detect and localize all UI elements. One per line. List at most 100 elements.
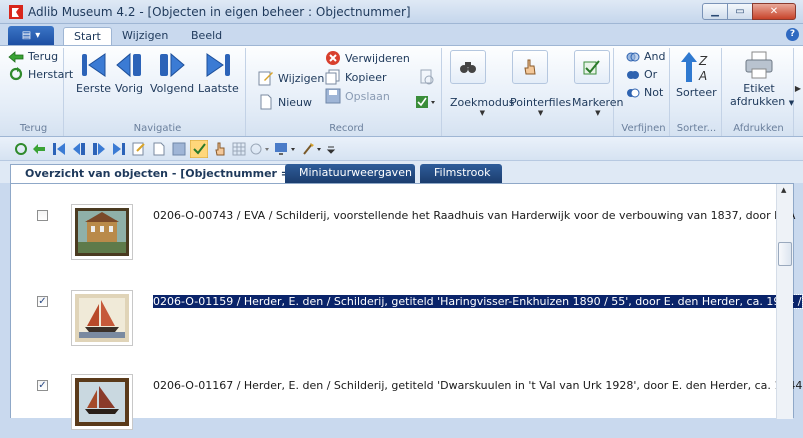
restart-icon bbox=[9, 67, 23, 81]
binoculars-box[interactable] bbox=[450, 50, 486, 84]
list-item[interactable]: ✓ 0206-O-01159 / Herder, E. den / Schild… bbox=[11, 290, 803, 354]
and-button[interactable]: And bbox=[626, 50, 665, 63]
or-button[interactable]: Or bbox=[626, 68, 657, 81]
record-list: 0206-O-00743 / EVA / Schilderij, voorste… bbox=[10, 183, 803, 430]
first-record-icon[interactable] bbox=[52, 142, 66, 156]
new-document-icon[interactable] bbox=[152, 142, 166, 156]
previous-record-icon bbox=[116, 52, 141, 78]
eerste-button[interactable]: Eerste bbox=[76, 50, 111, 95]
scrollbar-thumb[interactable] bbox=[778, 242, 792, 266]
record-checkbox[interactable] bbox=[37, 210, 48, 221]
edit-icon[interactable] bbox=[132, 142, 146, 156]
pointerfiles-button[interactable]: Pointerfiles ▼ bbox=[510, 96, 571, 117]
volgend-button[interactable]: Volgend bbox=[150, 50, 194, 95]
close-button[interactable]: ✕ bbox=[752, 3, 796, 20]
vorig-button[interactable]: Vorig bbox=[114, 50, 144, 95]
pointer-box[interactable] bbox=[512, 50, 548, 84]
last-record-icon[interactable] bbox=[112, 142, 126, 156]
herstart-button[interactable]: Herstart bbox=[8, 67, 73, 81]
scroll-up-icon[interactable]: ▲ bbox=[781, 186, 786, 194]
help-icon[interactable]: ? bbox=[786, 28, 799, 41]
tab-filmstrook[interactable]: Filmstrook bbox=[420, 164, 502, 183]
app-menu-button[interactable]: ▤ ▾ bbox=[8, 26, 54, 45]
tab-overzicht[interactable]: Overzicht van objecten - [Objectnummer =… bbox=[10, 164, 327, 183]
tab-start[interactable]: Start bbox=[63, 27, 112, 46]
grid-icon[interactable] bbox=[232, 142, 246, 156]
verwijderen-button[interactable]: Verwijderen bbox=[325, 50, 410, 66]
wijzigen-label: Wijzigen bbox=[278, 71, 325, 85]
restart-icon[interactable] bbox=[14, 142, 28, 156]
group-label-verfijnen: Verfijnen bbox=[621, 123, 666, 134]
zoekmodus-button[interactable]: Zoekmodus ▼ bbox=[450, 96, 515, 117]
previous-record-icon[interactable] bbox=[72, 142, 86, 156]
back-arrow-icon[interactable] bbox=[32, 142, 46, 156]
record-thumbnail bbox=[71, 290, 133, 346]
nieuw-label: Nieuw bbox=[278, 95, 313, 109]
etiket-label: Etiket bbox=[743, 82, 775, 95]
or-label: Or bbox=[644, 68, 658, 81]
not-button[interactable]: Not bbox=[626, 86, 663, 99]
kopieer-button[interactable]: Kopieer bbox=[325, 69, 387, 85]
group-label-record: Record bbox=[329, 123, 364, 134]
pointerfiles-label: Pointerfiles bbox=[510, 96, 572, 109]
opslaan-label: Opslaan bbox=[345, 89, 390, 103]
delete-icon bbox=[326, 51, 340, 65]
kopieer-label: Kopieer bbox=[345, 70, 387, 84]
tab-wijzigen[interactable]: Wijzigen bbox=[112, 27, 178, 46]
sorteer-button[interactable]: ZA Sorteer bbox=[676, 50, 717, 99]
sort-az-icon: ZA bbox=[681, 52, 708, 83]
ribbon-scroll-arrow-icon[interactable]: ▶ bbox=[795, 84, 801, 93]
record-checkbox[interactable]: ✓ bbox=[37, 380, 48, 391]
group-record: Wijzigen Nieuw Verwijderen Kopieer Opsla… bbox=[252, 48, 442, 136]
list-item[interactable]: 0206-O-00743 / EVA / Schilderij, voorste… bbox=[11, 204, 795, 268]
maximize-button[interactable]: ▭ bbox=[727, 3, 753, 20]
next-record-icon bbox=[160, 52, 185, 78]
markeren-button[interactable]: Markeren ▼ bbox=[572, 96, 624, 117]
mark-box[interactable] bbox=[574, 50, 610, 84]
tab-miniatuurweergaven[interactable]: Miniatuurweergaven bbox=[285, 164, 415, 183]
status-dropdown-icon[interactable] bbox=[414, 94, 438, 110]
tools-dropdown-icon[interactable] bbox=[302, 142, 324, 156]
chevron-down-icon: ▼ bbox=[537, 109, 544, 117]
back-arrow-icon bbox=[8, 50, 24, 63]
laatste-button[interactable]: Laatste bbox=[198, 50, 239, 95]
minimize-button[interactable]: ▁ bbox=[702, 3, 728, 20]
nieuw-button[interactable]: Nieuw bbox=[258, 94, 312, 110]
record-thumbnail bbox=[71, 204, 133, 260]
wijzigen-button[interactable]: Wijzigen bbox=[258, 70, 324, 86]
customize-qat-icon[interactable] bbox=[326, 142, 336, 156]
tab-beeld[interactable]: Beeld bbox=[181, 27, 232, 46]
chevron-down-icon: ▼ bbox=[595, 109, 601, 117]
first-record-icon bbox=[81, 53, 106, 77]
app-menu-icon: ▤ bbox=[21, 30, 32, 41]
volgend-label: Volgend bbox=[150, 82, 195, 95]
document-tabs: Overzicht van objecten - [Objectnummer =… bbox=[0, 161, 803, 183]
opslaan-button[interactable]: Opslaan bbox=[325, 88, 390, 104]
mark-check-icon[interactable] bbox=[190, 140, 208, 158]
link-dropdown-icon[interactable] bbox=[250, 142, 272, 156]
next-record-icon[interactable] bbox=[92, 142, 106, 156]
etiket-afdrukken-button[interactable]: Etiket afdrukken ▼ bbox=[730, 50, 794, 108]
svg-text:A: A bbox=[698, 69, 707, 83]
terug-button[interactable]: Terug bbox=[8, 50, 58, 63]
sorteer-label: Sorteer bbox=[676, 86, 717, 99]
mark-check-icon bbox=[583, 60, 600, 75]
group-navigatie: Eerste Vorig Volgend Laatste Navigatie bbox=[70, 48, 246, 136]
printer-icon bbox=[745, 51, 773, 79]
vertical-scrollbar[interactable]: ▲ bbox=[776, 184, 793, 419]
record-checkbox[interactable]: ✓ bbox=[37, 296, 48, 307]
painting-thumbnail-icon bbox=[75, 208, 129, 256]
ribbon: Terug Herstart Terug Eerste Vorig Volgen… bbox=[0, 45, 803, 137]
adlib-logo-icon bbox=[9, 5, 23, 19]
record-text: 0206-O-01159 / Herder, E. den / Schilder… bbox=[152, 294, 803, 309]
link-icon[interactable] bbox=[418, 68, 436, 86]
list-item[interactable]: ✓ 0206-O-01167 / Herder, E. den / Schild… bbox=[11, 374, 803, 438]
window-title: Adlib Museum 4.2 - [Objecten in eigen be… bbox=[28, 5, 411, 19]
save-icon[interactable] bbox=[172, 142, 186, 156]
monitor-dropdown-icon[interactable] bbox=[274, 142, 298, 156]
hand-pointer-icon[interactable] bbox=[214, 142, 226, 156]
laatste-label: Laatste bbox=[198, 82, 239, 95]
record-text: 0206-O-00743 / EVA / Schilderij, voorste… bbox=[153, 209, 796, 222]
or-icon bbox=[627, 70, 639, 79]
window-controls: ▁ ▭ ✕ bbox=[702, 3, 796, 20]
